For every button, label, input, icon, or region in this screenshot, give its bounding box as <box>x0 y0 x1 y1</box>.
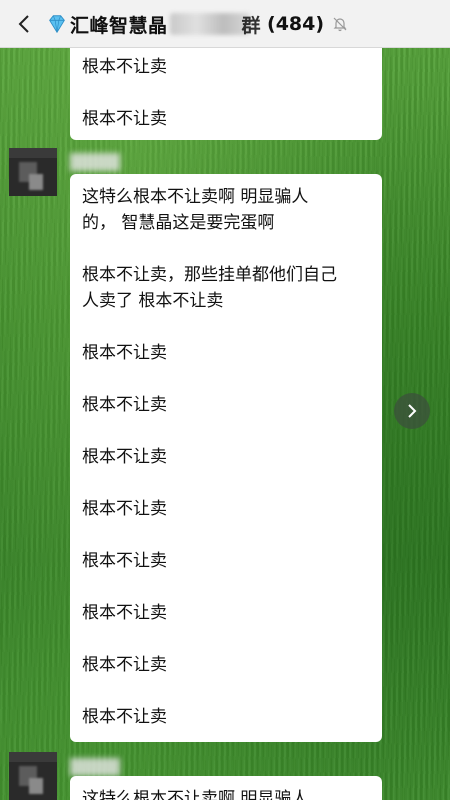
message-line: 人卖了 根本不让卖 <box>82 291 224 311</box>
message-bubble-2[interactable]: 这特么根本不让卖啊 明显骗人 的， 智慧晶这是要完蛋啊 根本不让卖，那些挂单都他… <box>70 174 382 742</box>
member-count: (484) <box>267 13 325 35</box>
message-line: 根本不让卖 <box>82 551 167 571</box>
chevron-right-icon <box>408 404 417 418</box>
mute-bell-icon <box>333 17 347 32</box>
message-line: 根本不让卖 <box>82 395 167 415</box>
next-arrow-button[interactable] <box>394 393 430 429</box>
message-line: 根本不让卖 <box>82 603 167 623</box>
message-bubble-1[interactable]: 根本不让卖 根本不让卖 <box>70 40 382 140</box>
message-line: 根本不让卖，那些挂单都他们自己 <box>82 265 337 285</box>
group-name: 汇峰智慧晶 <box>70 14 168 37</box>
avatar[interactable] <box>9 148 57 196</box>
sender-name-blurred <box>70 153 120 171</box>
group-name-suffix: 群 <box>241 14 262 37</box>
message-line: 的， 智慧晶这是要完蛋啊 <box>82 213 275 233</box>
back-icon <box>18 15 29 33</box>
message-line: 根本不让卖 <box>82 655 167 675</box>
message-line: 这特么根本不让卖啊 明显骗人 <box>82 187 309 207</box>
chat-title[interactable]: 汇峰智慧晶 群 (484) <box>46 10 348 38</box>
chat-header: 汇峰智慧晶 群 (484) <box>0 0 450 48</box>
avatar[interactable] <box>9 752 57 800</box>
back-button[interactable] <box>14 13 34 35</box>
message-bubble-3[interactable]: 这特么根本不让卖啊 明显骗人 <box>70 776 382 800</box>
message-line: 根本不让卖 <box>82 707 167 727</box>
message-line: 根本不让卖 <box>82 57 167 77</box>
message-line: 根本不让卖 <box>82 447 167 467</box>
diamond-icon <box>49 15 65 34</box>
message-line: 根本不让卖 <box>82 109 167 129</box>
message-line: 这特么根本不让卖啊 明显骗人 <box>82 789 309 800</box>
message-line: 根本不让卖 <box>82 499 167 519</box>
group-name-blurred <box>169 13 250 35</box>
message-line: 根本不让卖 <box>82 343 167 363</box>
sender-name-blurred <box>70 758 120 776</box>
